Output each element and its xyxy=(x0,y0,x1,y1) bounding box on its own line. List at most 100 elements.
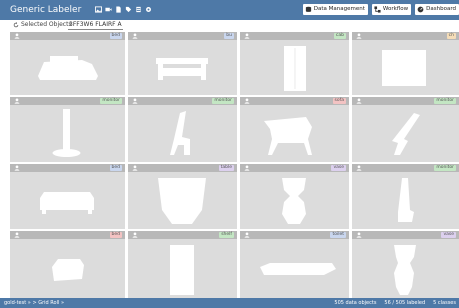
object-card[interactable]: vase xyxy=(240,164,349,229)
person-icon xyxy=(244,232,250,238)
selected-objects-label: Selected Objects xyxy=(21,21,72,28)
video-icon[interactable] xyxy=(105,6,112,13)
class-count: 5 classes xyxy=(433,300,456,306)
class-badge: bed xyxy=(109,232,122,238)
object-card[interactable]: table xyxy=(128,164,237,229)
chair-tall-thumbnail xyxy=(352,172,459,229)
refresh-icon xyxy=(13,21,19,28)
person-icon xyxy=(132,232,138,238)
class-badge: shelf xyxy=(219,232,234,238)
bed-thumbnail xyxy=(10,40,125,95)
card-header: bu xyxy=(128,32,237,40)
workflow-icon xyxy=(374,6,381,13)
bench-thumbnail xyxy=(128,40,237,95)
card-header: cab xyxy=(240,32,349,40)
file-icon[interactable] xyxy=(135,6,142,13)
labeled-count: 56 / 505 labeled xyxy=(384,300,426,306)
card-header: bed xyxy=(10,32,125,40)
object-card[interactable]: vase xyxy=(352,231,459,298)
box-thumbnail xyxy=(352,40,459,95)
person-icon xyxy=(356,165,362,171)
object-card[interactable]: bed xyxy=(10,231,125,298)
class-badge: ch xyxy=(446,33,456,39)
class-badge: monitor xyxy=(434,165,456,171)
object-card[interactable]: sofa xyxy=(240,97,349,162)
object-card[interactable]: monitor xyxy=(10,97,125,162)
app-header: Generic Labeler Data Management Workflow… xyxy=(0,0,459,20)
vase-thumbnail xyxy=(240,172,349,229)
person-icon xyxy=(356,33,362,39)
sub-toolbar: Selected Objects 3FF3W6 FLAIRF A xyxy=(0,20,459,30)
person-icon xyxy=(14,232,20,238)
object-card[interactable]: monitor xyxy=(352,164,459,229)
object-card[interactable]: toilet xyxy=(240,231,349,298)
tall-cabinet-thumbnail xyxy=(128,239,237,298)
dashboard-icon xyxy=(417,6,424,13)
object-card[interactable]: shelf xyxy=(128,231,237,298)
card-header: table xyxy=(128,164,237,172)
class-badge: table xyxy=(218,165,234,171)
card-header: toilet xyxy=(240,231,349,239)
class-badge: vase xyxy=(331,165,346,171)
dashboard-button[interactable]: Dashboard xyxy=(415,4,459,15)
object-card[interactable]: monitor xyxy=(352,97,459,162)
class-badge: sofa xyxy=(332,98,346,104)
settings-icon[interactable] xyxy=(145,6,152,13)
pot-thumbnail xyxy=(128,172,237,229)
card-header: bed xyxy=(10,164,125,172)
database-icon xyxy=(305,6,312,13)
person-icon xyxy=(132,33,138,39)
data-management-label: Data Management xyxy=(313,6,365,12)
selected-objects-toggle[interactable]: Selected Objects xyxy=(13,21,72,28)
person-icon xyxy=(356,98,362,104)
card-header: vase xyxy=(240,164,349,172)
person-icon xyxy=(244,98,250,104)
class-badge: vase xyxy=(441,232,456,238)
class-badge: monitor xyxy=(434,98,456,104)
card-header: bed xyxy=(10,231,125,239)
workflow-label: Workflow xyxy=(382,6,409,12)
class-badge: toilet xyxy=(330,232,346,238)
card-header: sofa xyxy=(240,97,349,105)
data-management-button[interactable]: Data Management xyxy=(302,4,368,15)
document-icon[interactable] xyxy=(115,6,122,13)
vase-thumbnail xyxy=(352,239,459,298)
long-bench-thumbnail xyxy=(240,239,349,298)
data-count: 505 data objects xyxy=(334,300,377,306)
lamp-thumbnail xyxy=(10,105,125,162)
label-scheme-select[interactable]: 3FF3W6 FLAIRF A xyxy=(68,21,123,30)
card-header: shelf xyxy=(128,231,237,239)
class-badge: bed xyxy=(109,33,122,39)
card-header: ch xyxy=(352,32,459,40)
person-icon xyxy=(244,33,250,39)
object-card[interactable]: bed xyxy=(10,164,125,229)
toolbar-icons xyxy=(95,6,152,14)
card-header: vase xyxy=(352,231,459,239)
class-badge: cab xyxy=(333,33,346,39)
object-card[interactable]: bu xyxy=(128,32,237,95)
person-icon xyxy=(132,165,138,171)
card-header: monitor xyxy=(10,97,125,105)
workflow-button[interactable]: Workflow xyxy=(371,4,412,15)
image-icon[interactable] xyxy=(95,6,102,13)
class-badge: monitor xyxy=(212,98,234,104)
cabinet-thumbnail xyxy=(240,40,349,95)
armchair-thumbnail xyxy=(240,105,349,162)
status-summary: 505 data objects 56 / 505 labeled 5 clas… xyxy=(334,298,456,308)
card-header: monitor xyxy=(352,164,459,172)
breadcrumb[interactable]: gold-test » > Grid Roll » xyxy=(4,298,64,308)
card-header: monitor xyxy=(128,97,237,105)
header-buttons: Data Management Workflow Dashboard xyxy=(302,4,459,15)
sofa-thumbnail xyxy=(10,172,125,229)
tag-icon[interactable] xyxy=(125,6,132,13)
object-card[interactable]: monitor xyxy=(128,97,237,162)
person-icon xyxy=(244,165,250,171)
person-icon xyxy=(14,165,20,171)
chair-side-thumbnail xyxy=(352,105,459,162)
object-card[interactable]: bed xyxy=(10,32,125,95)
class-badge: bed xyxy=(109,165,122,171)
object-card[interactable]: ch xyxy=(352,32,459,95)
app-title: Generic Labeler xyxy=(10,5,82,15)
chair-side-thumbnail xyxy=(128,105,237,162)
object-card[interactable]: cab xyxy=(240,32,349,95)
